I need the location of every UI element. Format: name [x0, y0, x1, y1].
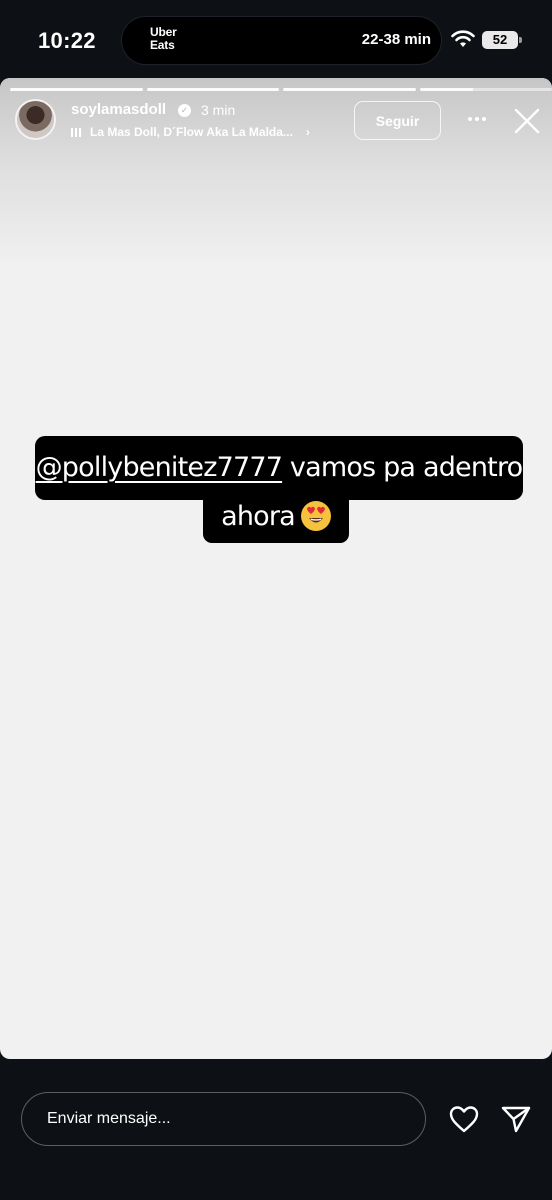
story-viewer[interactable]: soylamasdoll ✓ 3 min La Mas Doll, D´Flow… — [0, 78, 552, 1059]
story-progress-bar — [10, 88, 552, 91]
story-username[interactable]: soylamasdoll — [71, 101, 166, 118]
follow-button[interactable]: Seguir — [354, 101, 441, 140]
battery-indicator: 52 — [482, 31, 522, 49]
more-options-icon[interactable] — [463, 105, 491, 133]
progress-segment — [10, 88, 143, 91]
heart-eyes-emoji-icon — [300, 501, 331, 531]
verified-badge-icon: ✓ — [178, 104, 191, 117]
caption-text-2: ahora — [221, 501, 296, 532]
progress-segment — [146, 88, 279, 91]
story-time-ago: 3 min — [201, 102, 236, 118]
avatar[interactable] — [15, 99, 56, 140]
music-title: La Mas Doll, D´Flow Aka La Malda... — [90, 125, 293, 139]
progress-segment — [283, 88, 416, 91]
caption-text: vamos pa adentro — [282, 452, 523, 483]
caption-line-2: ahora — [203, 491, 349, 543]
chevron-right-icon: › — [305, 125, 310, 139]
live-activity-pill[interactable]: Uber Eats 22-38 min — [121, 16, 442, 65]
activity-brand-logo: Uber Eats — [150, 25, 177, 52]
message-input[interactable] — [21, 1092, 426, 1146]
heart-icon[interactable] — [448, 1104, 480, 1134]
caption-mention[interactable]: @pollybenitez7777 — [36, 452, 283, 483]
progress-segment-current — [419, 88, 552, 91]
music-bars-icon — [71, 127, 81, 137]
send-icon[interactable] — [500, 1104, 532, 1134]
wifi-icon — [451, 30, 475, 47]
status-bar: 10:22 Uber Eats 22-38 min 52 — [0, 0, 552, 78]
status-time: 10:22 — [38, 28, 96, 53]
music-attribution[interactable]: La Mas Doll, D´Flow Aka La Malda... › — [71, 123, 310, 141]
activity-eta: 22-38 min — [361, 31, 431, 48]
close-icon[interactable] — [512, 106, 542, 136]
